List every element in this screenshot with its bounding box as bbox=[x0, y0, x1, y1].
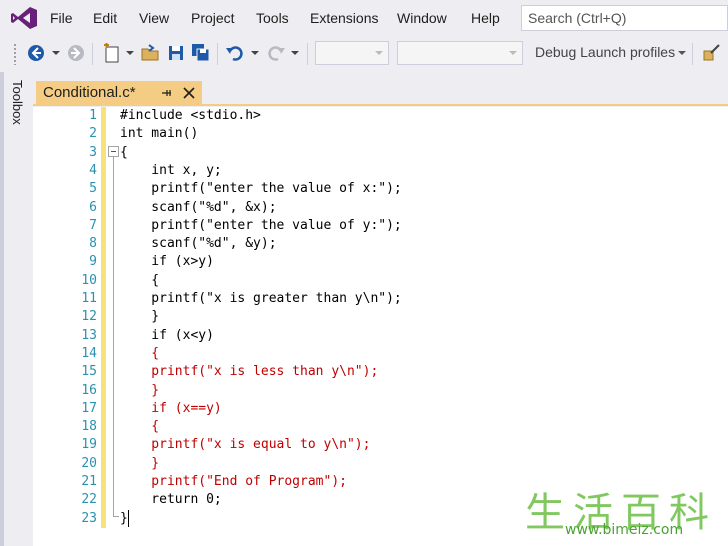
line-number: 19 bbox=[81, 437, 97, 453]
new-project-dropdown-chevron-icon[interactable] bbox=[125, 48, 135, 58]
code-line[interactable]: int x, y; bbox=[120, 162, 221, 180]
new-project-icon[interactable] bbox=[101, 42, 123, 64]
line-number: 6 bbox=[89, 199, 97, 215]
code-line[interactable]: int main() bbox=[120, 125, 198, 143]
line-number: 4 bbox=[89, 162, 97, 178]
menu-window[interactable]: Window bbox=[397, 10, 447, 26]
line-number: 20 bbox=[81, 455, 97, 471]
code-line[interactable]: scanf("%d", &y); bbox=[120, 235, 276, 253]
save-all-icon[interactable] bbox=[191, 43, 211, 63]
undo-dropdown-chevron-icon[interactable] bbox=[250, 48, 260, 58]
line-number: 9 bbox=[89, 254, 97, 270]
line-number: 22 bbox=[81, 492, 97, 508]
line-number: 14 bbox=[81, 345, 97, 361]
pin-icon[interactable] bbox=[160, 86, 174, 100]
find-in-files-icon[interactable] bbox=[702, 43, 722, 63]
back-dropdown-chevron-icon[interactable] bbox=[51, 48, 61, 58]
back-navigate-icon[interactable] bbox=[27, 43, 47, 63]
code-line[interactable]: if (x<y) bbox=[120, 327, 214, 345]
code-line[interactable]: printf("enter the value of x:"); bbox=[120, 180, 401, 198]
text-caret bbox=[128, 510, 129, 527]
solution-configuration-dropdown[interactable] bbox=[315, 41, 389, 65]
code-line[interactable]: printf("End of Program"); bbox=[120, 473, 347, 491]
line-number: 17 bbox=[81, 400, 97, 416]
watermark-url: www.bimeiz.com bbox=[565, 522, 684, 538]
line-number: 10 bbox=[81, 272, 97, 288]
menu-help[interactable]: Help bbox=[471, 10, 500, 26]
toolbox-tab[interactable]: Toolbox bbox=[10, 80, 25, 125]
line-number-gutter: 1 2 3 4 5 6 7 8 9 10 11 12 13 14 15 16 17 18 19 20 21 22 23 bbox=[33, 107, 99, 546]
line-number: 7 bbox=[89, 217, 97, 233]
code-line[interactable]: return 0; bbox=[120, 491, 221, 509]
document-tab-conditional[interactable]: Conditional.c* bbox=[36, 81, 202, 106]
menu-extensions[interactable]: Extensions bbox=[310, 10, 378, 26]
line-number: 18 bbox=[81, 419, 97, 435]
undo-icon[interactable] bbox=[225, 43, 245, 63]
toolbar-separator bbox=[692, 43, 693, 65]
menu-tools[interactable]: Tools bbox=[256, 10, 289, 26]
redo-icon[interactable] bbox=[266, 43, 286, 63]
visual-studio-logo-icon[interactable] bbox=[10, 6, 38, 30]
code-line[interactable]: } bbox=[120, 455, 159, 473]
code-line[interactable]: { bbox=[120, 418, 159, 436]
toolbar-separator bbox=[217, 43, 218, 65]
menu-edit[interactable]: Edit bbox=[93, 10, 117, 26]
outline-fold-line bbox=[113, 157, 114, 517]
toolbar-separator bbox=[307, 43, 308, 65]
open-folder-icon[interactable] bbox=[140, 43, 160, 63]
change-tracking-margin bbox=[101, 107, 106, 528]
code-line[interactable]: scanf("%d", &x); bbox=[120, 199, 276, 217]
forward-navigate-icon[interactable] bbox=[66, 43, 86, 63]
code-line[interactable]: printf("x is less than y\n"); bbox=[120, 363, 378, 381]
watermark: 生活百科 www.bimeiz.com bbox=[525, 480, 725, 542]
debug-launch-profiles-button[interactable]: Debug Launch profiles bbox=[535, 44, 675, 60]
line-number: 3 bbox=[89, 144, 97, 160]
code-line[interactable]: { bbox=[120, 272, 159, 290]
code-line[interactable]: } bbox=[120, 382, 159, 400]
code-line[interactable]: if (x==y) bbox=[120, 400, 221, 418]
code-line[interactable]: { bbox=[120, 345, 159, 363]
code-line[interactable]: #include <stdio.h> bbox=[120, 107, 261, 125]
code-line[interactable]: } bbox=[120, 308, 159, 326]
line-number: 8 bbox=[89, 236, 97, 252]
code-line[interactable]: printf("x is greater than y\n"); bbox=[120, 290, 401, 308]
line-number: 2 bbox=[89, 126, 97, 142]
toolbar-separator bbox=[92, 43, 93, 65]
search-input[interactable]: Search (Ctrl+Q) bbox=[521, 5, 728, 31]
save-icon[interactable] bbox=[166, 43, 186, 63]
line-number: 16 bbox=[81, 382, 97, 398]
line-number: 23 bbox=[81, 510, 97, 526]
menu-bar: File Edit View Project Tools Extensions … bbox=[0, 0, 728, 36]
code-line[interactable]: printf("enter the value of y:"); bbox=[120, 217, 401, 235]
close-icon[interactable] bbox=[182, 86, 196, 100]
menu-file[interactable]: File bbox=[50, 10, 73, 26]
collapse-toggle-icon[interactable] bbox=[108, 146, 119, 157]
chevron-down-icon bbox=[509, 51, 517, 55]
line-number: 21 bbox=[81, 474, 97, 489]
chevron-down-icon bbox=[375, 51, 383, 55]
line-number: 11 bbox=[81, 291, 97, 306]
line-number: 5 bbox=[89, 181, 97, 197]
toolbox-divider bbox=[0, 72, 4, 546]
tab-title: Conditional.c* bbox=[43, 84, 136, 101]
solution-platform-dropdown[interactable] bbox=[397, 41, 523, 65]
toolbox-panel-strip bbox=[0, 72, 33, 546]
code-line[interactable]: } bbox=[120, 510, 128, 528]
code-line[interactable]: { bbox=[120, 144, 128, 162]
menu-project[interactable]: Project bbox=[191, 10, 235, 26]
line-number: 13 bbox=[81, 327, 97, 343]
code-line[interactable]: printf("x is equal to y\n"); bbox=[120, 436, 370, 454]
line-number: 15 bbox=[81, 364, 97, 380]
menu-view[interactable]: View bbox=[139, 10, 169, 26]
toolbar-grip[interactable] bbox=[13, 43, 17, 65]
line-number: 1 bbox=[89, 108, 97, 123]
redo-dropdown-chevron-icon[interactable] bbox=[290, 48, 300, 58]
code-line[interactable]: if (x>y) bbox=[120, 253, 214, 271]
debug-profiles-chevron-icon[interactable] bbox=[678, 51, 686, 55]
line-number: 12 bbox=[81, 309, 97, 325]
outline-fold-end bbox=[113, 516, 119, 517]
